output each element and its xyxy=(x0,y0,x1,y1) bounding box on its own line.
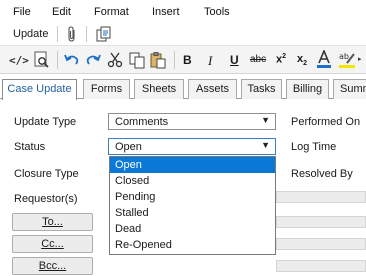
more-chevron-icon[interactable]: ▸ xyxy=(358,55,366,73)
toolbar-separator xyxy=(57,51,58,69)
menu-bar: File Edit Format Insert Tools xyxy=(0,0,366,22)
menu-insert[interactable]: Insert xyxy=(152,6,180,18)
status-option-closed[interactable]: Closed xyxy=(110,173,275,189)
to-button[interactable]: To... xyxy=(12,213,93,231)
tab-forms[interactable]: Forms xyxy=(83,79,130,99)
log-time-label: Log Time xyxy=(291,141,337,153)
tab-assets[interactable]: Assets xyxy=(188,79,237,99)
update-type-select[interactable]: Comments ▼ xyxy=(108,113,276,130)
update-type-label: Update Type xyxy=(14,116,77,128)
update-button[interactable]: Update xyxy=(13,28,48,40)
toolbar-separator xyxy=(86,26,87,42)
subscript-icon[interactable]: x2 xyxy=(297,53,315,71)
cc-field[interactable] xyxy=(276,238,366,250)
paste-icon[interactable] xyxy=(149,51,167,69)
status-option-pending[interactable]: Pending xyxy=(110,189,275,205)
chevron-down-icon: ▼ xyxy=(261,140,270,150)
cc-button[interactable]: Cc... xyxy=(12,235,93,253)
main-toolbar: Update xyxy=(0,22,366,46)
status-select[interactable]: Open ▼ xyxy=(108,138,276,155)
cut-icon[interactable] xyxy=(106,51,124,69)
svg-text:ab: ab xyxy=(339,52,349,61)
tab-billing[interactable]: Billing xyxy=(286,79,329,99)
menu-edit[interactable]: Edit xyxy=(52,6,71,18)
tab-case-update[interactable]: Case Update xyxy=(2,79,77,100)
copy-pages-icon[interactable] xyxy=(95,25,113,43)
toolbar-separator xyxy=(57,26,58,42)
redo-icon[interactable] xyxy=(84,51,102,69)
italic-icon[interactable]: I xyxy=(208,53,226,71)
closure-type-label: Closure Type xyxy=(14,168,79,180)
performed-on-label: Performed On xyxy=(291,116,361,128)
update-type-value: Comments xyxy=(115,116,169,128)
format-toolbar: </> B I U abc x2 x2 ab ▸ xyxy=(0,46,366,74)
attachment-icon[interactable] xyxy=(66,26,78,42)
requestors-label: Requestor(s) xyxy=(14,193,78,205)
requestors-field[interactable] xyxy=(276,191,366,203)
source-code-icon[interactable]: </> xyxy=(9,54,29,72)
status-option-open[interactable]: Open xyxy=(110,157,275,173)
strikethrough-icon[interactable]: abc xyxy=(250,54,272,72)
bold-icon[interactable]: B xyxy=(183,53,201,71)
resolved-by-label: Resolved By xyxy=(291,168,353,180)
underline-icon[interactable]: U xyxy=(230,53,248,71)
menu-tools[interactable]: Tools xyxy=(204,6,230,18)
menu-file[interactable]: File xyxy=(13,6,31,18)
menu-format[interactable]: Format xyxy=(94,6,129,18)
highlight-color-icon[interactable]: ab xyxy=(338,50,356,70)
copy-icon[interactable] xyxy=(128,51,146,69)
undo-icon[interactable] xyxy=(63,51,81,69)
status-option-dead[interactable]: Dead xyxy=(110,221,275,237)
status-label: Status xyxy=(14,141,46,153)
font-color-icon[interactable] xyxy=(316,50,332,70)
bcc-field[interactable] xyxy=(276,260,366,272)
tab-sheets[interactable]: Sheets xyxy=(134,79,184,99)
to-field[interactable] xyxy=(276,216,366,228)
status-option-reopened[interactable]: Re-Opened xyxy=(110,237,275,253)
bcc-button[interactable]: Bcc... xyxy=(12,257,93,275)
chevron-down-icon: ▼ xyxy=(261,115,270,125)
print-preview-icon[interactable] xyxy=(33,51,51,69)
status-value: Open xyxy=(115,141,142,153)
toolbar-separator xyxy=(174,51,175,69)
status-option-stalled[interactable]: Stalled xyxy=(110,205,275,221)
tab-summary[interactable]: Summ xyxy=(333,79,366,99)
tab-bar: Case Update Forms Sheets Assets Tasks Bi… xyxy=(0,78,366,100)
superscript-icon[interactable]: x2 xyxy=(276,53,294,71)
tab-tasks[interactable]: Tasks xyxy=(241,79,282,99)
status-dropdown-list: Open Closed Pending Stalled Dead Re-Open… xyxy=(109,156,276,255)
